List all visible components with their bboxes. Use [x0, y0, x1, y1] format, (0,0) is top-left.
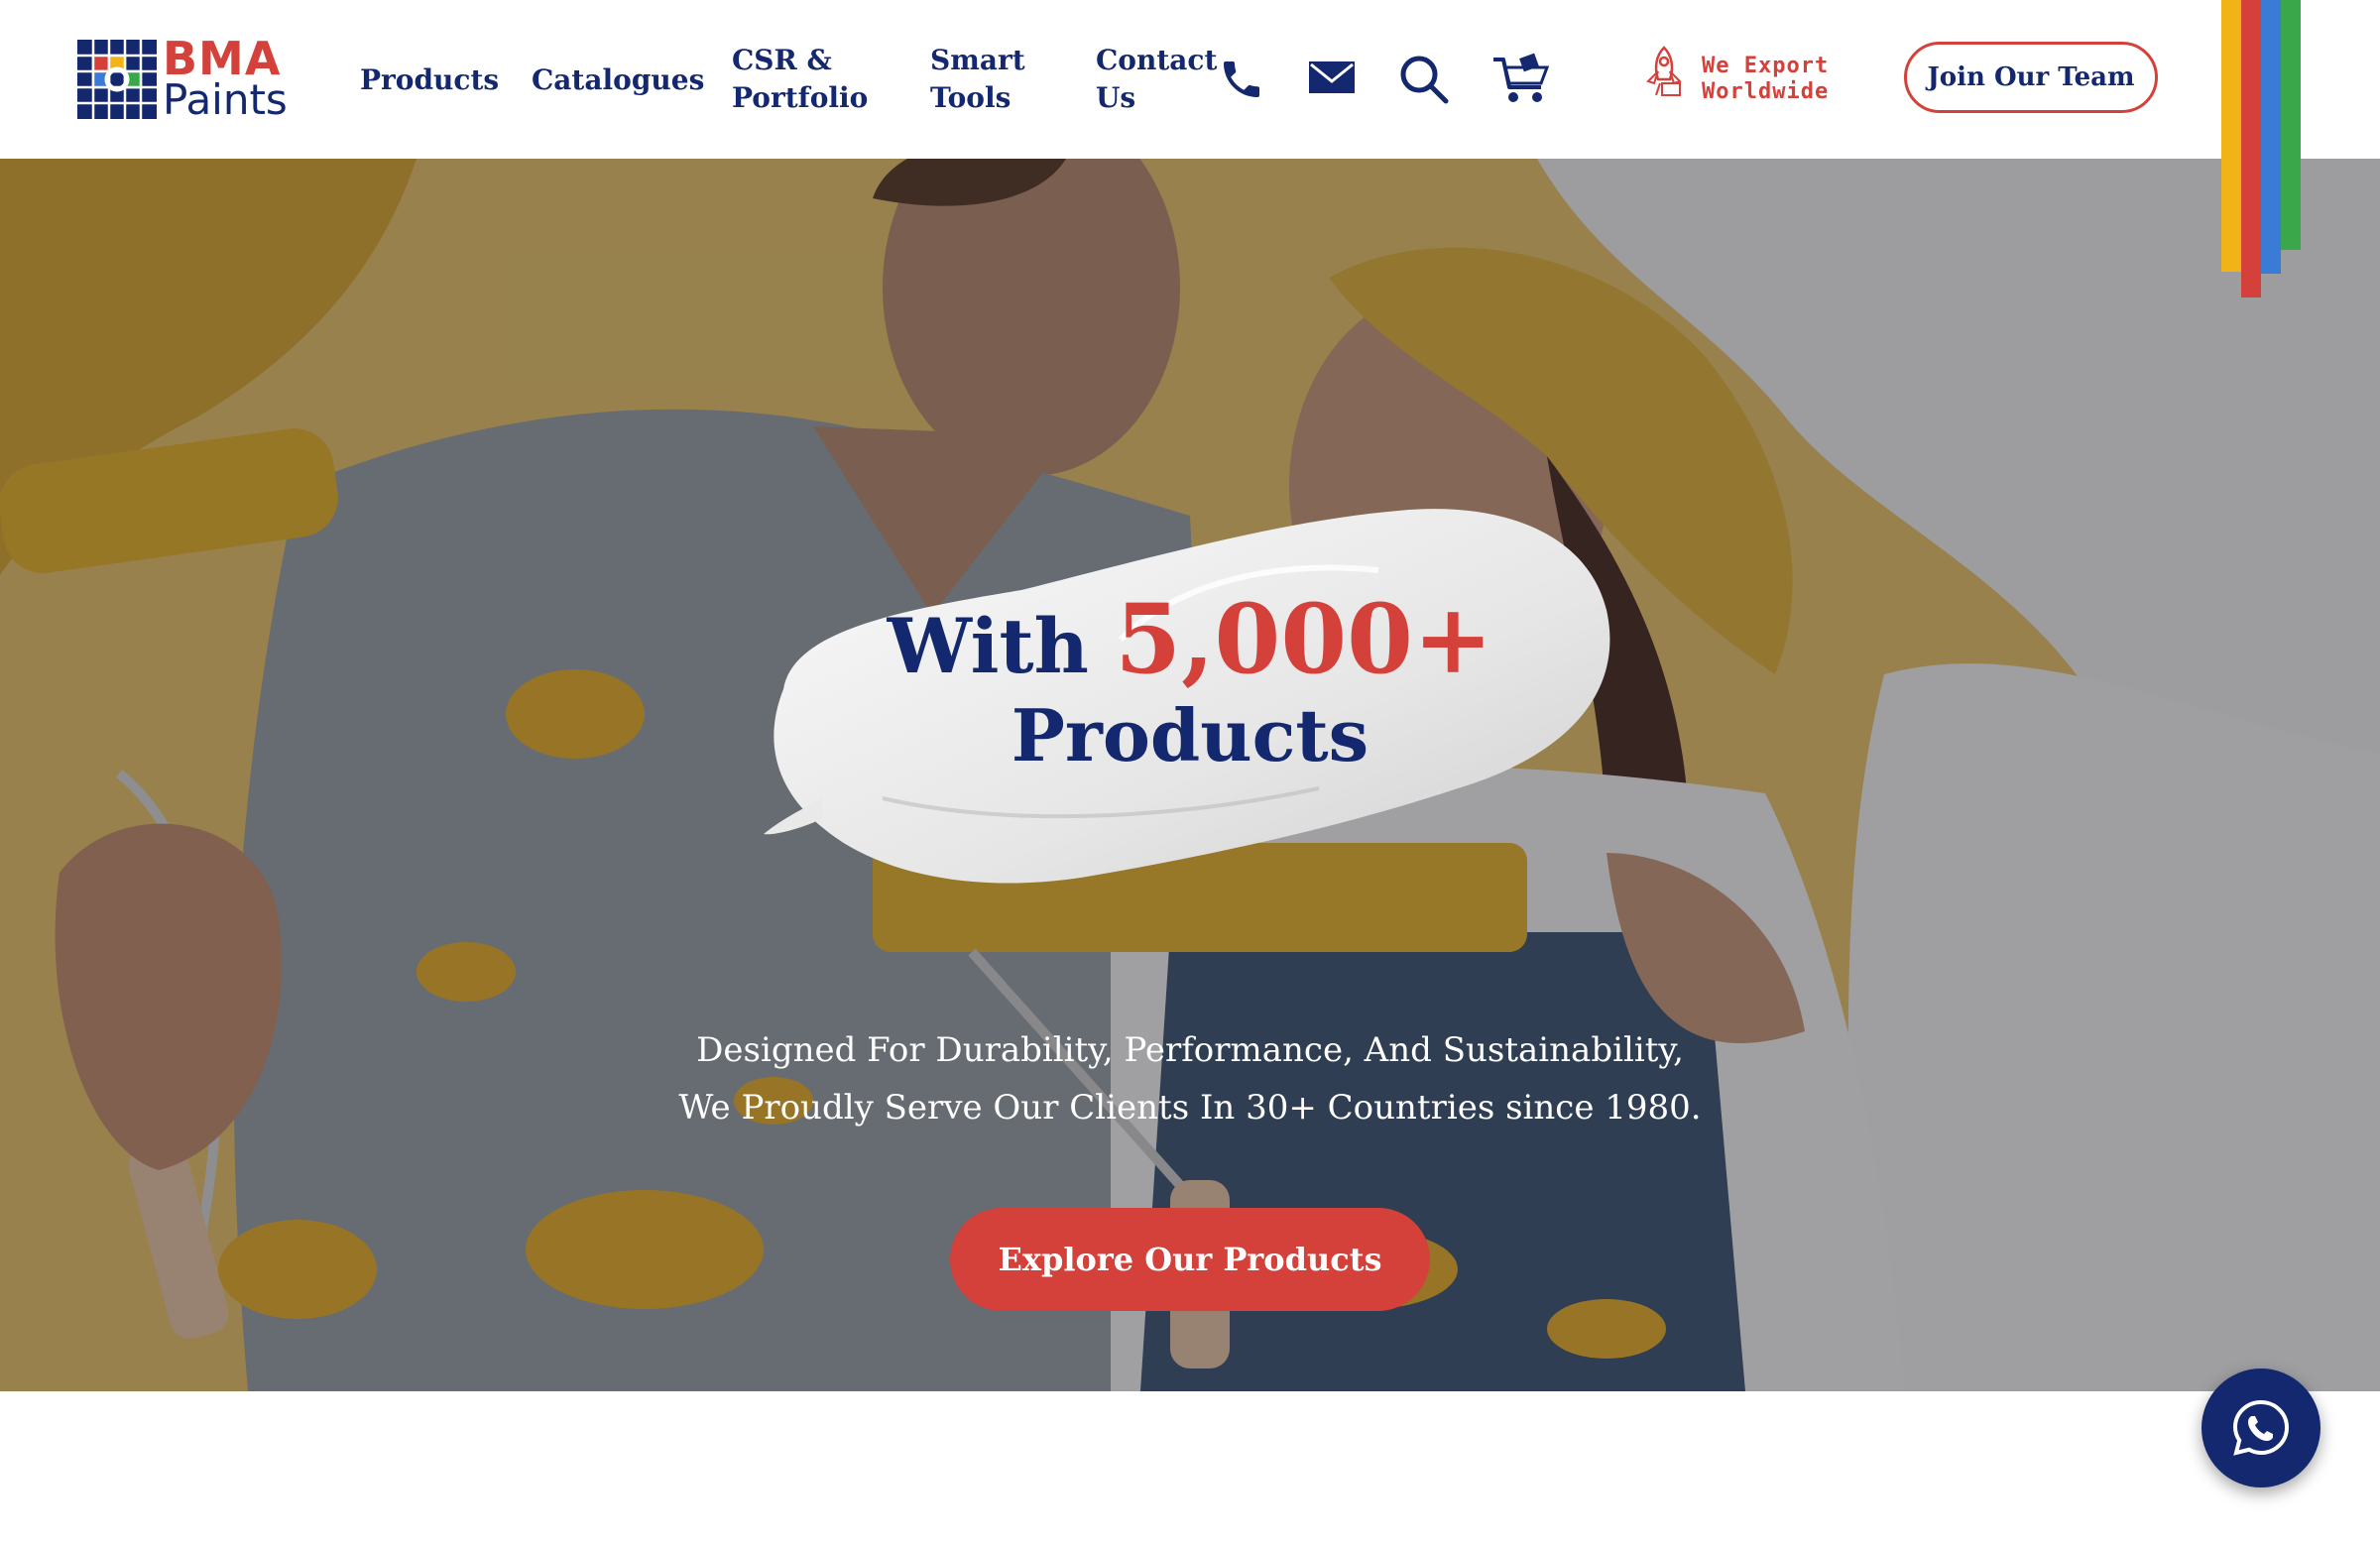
nav-smart-label-line2: Tools [930, 81, 1012, 114]
whatsapp-icon [2232, 1399, 2290, 1456]
hero-headline-line1: With 5,000+ [754, 592, 1626, 691]
site-header: BMA Paints Products Catalogues CSR & Por… [0, 0, 2380, 159]
nav-contact-us[interactable]: Contact Us [1096, 42, 1217, 117]
mail-icon[interactable] [1307, 58, 1357, 97]
hero-prefix: With [887, 602, 1089, 690]
brand-logo[interactable]: BMA Paints [77, 36, 298, 123]
cart-icon[interactable] [1491, 52, 1553, 107]
nav-catalogues[interactable]: Catalogues [532, 61, 704, 99]
phone-icon[interactable] [1218, 56, 1265, 103]
nav-products-label: Products [360, 63, 500, 96]
hero-headline-line2: Products [1011, 693, 1369, 777]
stripe-yellow [2221, 0, 2241, 272]
logo-wordmark: BMA Paints [163, 36, 288, 121]
nav-smart-tools[interactable]: Smart Tools [930, 42, 1025, 117]
hero-section: With 5,000+ Products Designed For Durabi… [0, 159, 2380, 1391]
export-label: We Export Worldwide [1702, 54, 1829, 105]
search-icon[interactable] [1398, 54, 1450, 105]
nav-contact-label-line2: Us [1096, 81, 1136, 114]
logo-grid-mark [77, 40, 157, 119]
nav-csr-portfolio[interactable]: CSR & Portfolio [732, 42, 868, 117]
stripe-green [2281, 0, 2301, 250]
nav-contact-label-line1: Contact [1096, 44, 1218, 76]
nav-smart-label-line1: Smart [930, 44, 1025, 76]
stripe-blue [2261, 0, 2281, 274]
hero-tagline-line1: Designed For Durability, Performance, An… [696, 1030, 1684, 1070]
export-worldwide[interactable]: We Export Worldwide [1642, 44, 1850, 113]
nav-catalogues-label: Catalogues [532, 63, 705, 96]
explore-products-button[interactable]: Explore Our Products [950, 1208, 1430, 1311]
hero-tagline-line2: We Proudly Serve Our Clients In 30+ Coun… [678, 1088, 1702, 1128]
nav-csr-label-line1: CSR & [732, 44, 832, 76]
hero-tagline: Designed For Durability, Performance, An… [595, 1021, 1785, 1136]
whatsapp-button[interactable] [2202, 1368, 2320, 1488]
nav-csr-label-line2: Portfolio [732, 81, 869, 114]
hero-product-count: 5,000+ [1115, 583, 1493, 695]
hero-headline: With 5,000+ Products [754, 592, 1626, 780]
logo-paints-text: Paints [163, 75, 288, 124]
rocket-icon [1646, 46, 1682, 96]
export-label-line2: Worldwide [1702, 79, 1830, 104]
stripe-red [2241, 0, 2261, 298]
join-our-team-button[interactable]: Join Our Team [1904, 42, 2158, 113]
nav-products[interactable]: Products [360, 61, 499, 99]
export-label-line1: We Export [1702, 54, 1830, 78]
